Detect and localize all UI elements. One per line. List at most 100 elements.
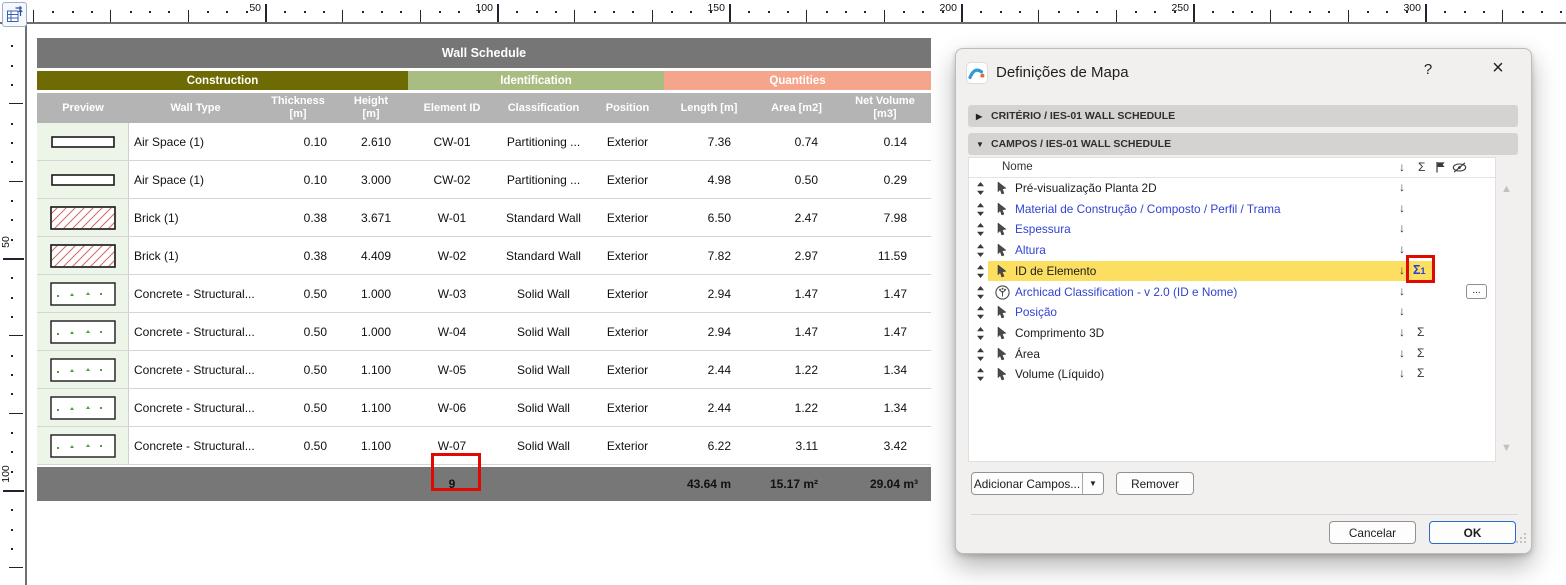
cell-preview[interactable] (37, 427, 129, 464)
cell-net_volume[interactable]: 11.59 (839, 237, 931, 274)
sort-order-icon[interactable]: ↓ (1399, 304, 1405, 318)
cell-classification[interactable]: Solid Wall (496, 351, 591, 388)
cell-preview[interactable] (37, 389, 129, 426)
cell-wall_type[interactable]: Air Space (1) (129, 161, 262, 198)
field-row-comprimento-3d[interactable]: Comprimento 3D↓Σ (969, 323, 1495, 344)
cell-position[interactable]: Exterior (591, 427, 664, 464)
cell-height[interactable]: 1.100 (334, 351, 408, 388)
section-fields[interactable]: ▼ CAMPOS / IES-01 WALL SCHEDULE (968, 133, 1518, 155)
cell-wall_type[interactable]: Concrete - Structural... (129, 313, 262, 350)
cell-element_id[interactable]: CW-02 (408, 161, 496, 198)
drag-handle-icon[interactable] (976, 265, 985, 283)
sort-order-icon[interactable]: ↓ (1399, 180, 1405, 194)
drag-handle-icon[interactable] (976, 244, 985, 262)
cell-classification[interactable]: Solid Wall (496, 427, 591, 464)
field-row-espessura[interactable]: Espessura↓ (969, 219, 1495, 240)
add-fields-dropdown-icon[interactable]: ▼ (1082, 473, 1103, 494)
cell-length[interactable]: 4.98 (664, 161, 754, 198)
drag-handle-icon[interactable] (976, 203, 985, 221)
cell-length[interactable]: 2.94 (664, 275, 754, 312)
scroll-up-icon[interactable]: ▲ (1501, 183, 1512, 195)
cell-classification[interactable]: Solid Wall (496, 313, 591, 350)
cell-area[interactable]: 1.22 (754, 389, 839, 426)
cell-element_id[interactable]: W-03 (408, 275, 496, 312)
table-row[interactable]: Brick (1)0.383.671W-01Standard WallExter… (37, 199, 931, 237)
cell-thickness[interactable]: 0.10 (262, 123, 334, 160)
cell-wall_type[interactable]: Air Space (1) (129, 123, 262, 160)
drag-handle-icon[interactable] (976, 348, 985, 366)
drag-handle-icon[interactable] (976, 327, 985, 345)
cell-wall_type[interactable]: Brick (1) (129, 199, 262, 236)
cell-position[interactable]: Exterior (591, 123, 664, 160)
table-row[interactable]: Concrete - Structural...0.501.100W-07Sol… (37, 427, 931, 465)
sort-order-icon[interactable]: ↓ (1399, 346, 1405, 360)
table-row[interactable]: Air Space (1)0.103.000CW-02Partitioning … (37, 161, 931, 199)
cell-classification[interactable]: Standard Wall (496, 237, 591, 274)
cell-length[interactable]: 2.44 (664, 389, 754, 426)
table-row[interactable]: Concrete - Structural...0.501.100W-06Sol… (37, 389, 931, 427)
cell-height[interactable]: 1.000 (334, 313, 408, 350)
cell-height[interactable]: 1.100 (334, 389, 408, 426)
remove-button[interactable]: Remover (1116, 472, 1194, 495)
cell-area[interactable]: 2.97 (754, 237, 839, 274)
table-row[interactable]: Brick (1)0.384.409W-02Standard WallExter… (37, 237, 931, 275)
cell-position[interactable]: Exterior (591, 351, 664, 388)
cell-thickness[interactable]: 0.50 (262, 313, 334, 350)
sort-order-icon[interactable]: ↓ (1399, 366, 1405, 380)
sort-order-icon[interactable]: ↓ (1399, 263, 1405, 277)
cell-height[interactable]: 3.671 (334, 199, 408, 236)
cell-length[interactable]: 6.50 (664, 199, 754, 236)
cell-thickness[interactable]: 0.50 (262, 389, 334, 426)
cell-wall_type[interactable]: Concrete - Structural... (129, 275, 262, 312)
ruler-options-icon[interactable] (2, 2, 27, 27)
cell-position[interactable]: Exterior (591, 199, 664, 236)
sort-order-icon[interactable]: ↓ (1399, 201, 1405, 215)
cell-area[interactable]: 0.74 (754, 123, 839, 160)
sum-icon[interactable]: Σ (1417, 325, 1424, 339)
help-icon[interactable]: ? (1416, 61, 1440, 78)
section-criteria[interactable]: ▶ CRITÉRIO / IES-01 WALL SCHEDULE (968, 105, 1518, 127)
field-row-rea[interactable]: Área↓Σ (969, 344, 1495, 365)
cell-net_volume[interactable]: 1.47 (839, 275, 931, 312)
cell-length[interactable]: 7.82 (664, 237, 754, 274)
close-icon[interactable]: × (1486, 57, 1510, 80)
cell-height[interactable]: 3.000 (334, 161, 408, 198)
cell-preview[interactable] (37, 123, 129, 160)
cell-net_volume[interactable]: 3.42 (839, 427, 931, 464)
cell-preview[interactable] (37, 161, 129, 198)
cell-height[interactable]: 1.000 (334, 275, 408, 312)
cell-preview[interactable] (37, 313, 129, 350)
drag-handle-icon[interactable] (976, 368, 985, 386)
more-options-button[interactable]: ... (1466, 284, 1487, 299)
cell-wall_type[interactable]: Concrete - Structural... (129, 389, 262, 426)
cell-thickness[interactable]: 0.50 (262, 275, 334, 312)
cell-classification[interactable]: Partitioning ... (496, 161, 591, 198)
cell-thickness[interactable]: 0.50 (262, 427, 334, 464)
cell-height[interactable]: 1.100 (334, 427, 408, 464)
drag-handle-icon[interactable] (976, 306, 985, 324)
field-row-posi-o[interactable]: Posição↓ (969, 302, 1495, 323)
table-row[interactable]: Concrete - Structural...0.501.000W-04Sol… (37, 313, 931, 351)
cell-classification[interactable]: Solid Wall (496, 275, 591, 312)
field-row-archicad-classification-v-2-0-id-e-nome[interactable]: Archicad Classification - v 2.0 (ID e No… (969, 282, 1495, 303)
resize-grip[interactable] (1516, 531, 1527, 549)
cell-length[interactable]: 7.36 (664, 123, 754, 160)
cell-position[interactable]: Exterior (591, 275, 664, 312)
cell-thickness[interactable]: 0.50 (262, 351, 334, 388)
cell-classification[interactable]: Partitioning ... (496, 123, 591, 160)
cell-length[interactable]: 2.94 (664, 313, 754, 350)
add-fields-button[interactable]: Adicionar Campos... ▼ (971, 472, 1104, 495)
cell-area[interactable]: 3.11 (754, 427, 839, 464)
field-row-material-de-constru-o-composto-perfil-trama[interactable]: Material de Construção / Composto / Perf… (969, 199, 1495, 220)
cell-classification[interactable]: Solid Wall (496, 389, 591, 426)
cell-area[interactable]: 1.22 (754, 351, 839, 388)
cell-thickness[interactable]: 0.10 (262, 161, 334, 198)
cell-net_volume[interactable]: 0.14 (839, 123, 931, 160)
cell-height[interactable]: 4.409 (334, 237, 408, 274)
cell-element_id[interactable]: W-01 (408, 199, 496, 236)
cell-preview[interactable] (37, 237, 129, 274)
field-row-volume-l-quido[interactable]: Volume (Líquido)↓Σ (969, 364, 1495, 385)
cell-height[interactable]: 2.610 (334, 123, 408, 160)
cell-element_id[interactable]: W-02 (408, 237, 496, 274)
field-row-pr-visualiza-o-planta-2d[interactable]: Pré-visualização Planta 2D↓ (969, 178, 1495, 199)
